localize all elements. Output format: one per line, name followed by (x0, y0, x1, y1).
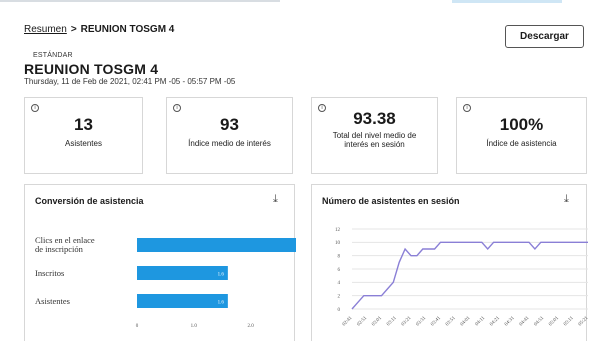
download-icon[interactable]: ⤓ (273, 193, 278, 206)
breadcrumb-current: REUNION TOSGM 4 (80, 24, 175, 35)
stat-label: Índice de asistencia (486, 139, 557, 148)
download-button[interactable]: Descargar (505, 25, 584, 48)
x-tick-label: 03:31 (416, 316, 428, 328)
stat-label: Asistentes (65, 139, 102, 148)
breadcrumb-separator: > (70, 24, 77, 35)
attendees-line-chart: 02468101202:41 02:51 03:01 03:11 03:21 03:31 0… (335, 228, 590, 328)
bar-category-label: Asistentes (35, 296, 70, 306)
download-icon[interactable]: ⤓ (564, 193, 569, 206)
event-tier-label: ESTÁNDAR (33, 52, 73, 59)
x-tick-label: 04:21 (489, 316, 501, 328)
panel-title: Número de asistentes en sesión (322, 196, 460, 206)
y-tick-label: 10 (335, 241, 341, 246)
stat-label: Total del nivel medio de interés en sesi… (332, 131, 417, 149)
y-tick-label: 8 (338, 254, 341, 259)
bar (137, 294, 228, 308)
info-icon[interactable]: i (463, 104, 471, 112)
y-tick-label: 12 (335, 228, 341, 233)
breadcrumb-root-link[interactable]: Resumen (24, 24, 67, 35)
conversion-panel: Conversión de asistencia ⤓ Clics en el e… (24, 184, 296, 341)
info-icon[interactable]: i (173, 104, 181, 112)
x-tick-label: 03:21 (401, 316, 413, 328)
stat-label: Índice medio de interés (188, 139, 271, 148)
x-tick-label: 03:51 (445, 316, 457, 328)
bar-data-label: 1.6 (218, 301, 225, 306)
x-tick-label: 04:41 (519, 316, 531, 328)
conversion-bar-chart: Clics en el enlacede inscripciónInscrito… (35, 235, 296, 329)
bar (137, 266, 228, 280)
page-title: REUNION TOSGM 4 (24, 61, 159, 77)
active-tab-indicator (452, 0, 562, 3)
x-tick-label: 0 (136, 324, 139, 329)
x-tick-label: 03:01 (371, 316, 383, 328)
stat-value: 100% (499, 115, 544, 134)
y-tick-label: 6 (338, 268, 341, 273)
x-tick-label: 1.0 (191, 324, 198, 329)
y-tick-label: 4 (338, 281, 341, 286)
y-tick-label: 0 (338, 308, 341, 313)
x-tick-label: 04:31 (504, 316, 516, 328)
x-tick-label: 2.0 (247, 324, 254, 329)
top-tab-strip (0, 0, 613, 3)
attendees-panel: Número de asistentes en sesión ⤓ 0 2 4 6 8 10… (311, 184, 590, 341)
stat-card-attendance-rate: i 100% Índice de asistencia (456, 97, 587, 174)
stat-value: 93 (220, 115, 239, 134)
info-icon[interactable]: i (31, 104, 39, 112)
stat-card-attendees: i 13 Asistentes (24, 97, 143, 174)
x-tick-label: 05:21 (578, 316, 588, 328)
bar-category-label: Inscritos (35, 268, 64, 278)
tab-underline (0, 0, 280, 2)
y-tick-label: 2 (338, 294, 341, 299)
x-tick-label: 03:11 (386, 316, 398, 328)
x-tick-label: 03:41 (430, 316, 442, 328)
stat-value: 93.38 (353, 109, 396, 128)
stat-value: 13 (74, 115, 93, 134)
event-datetime: Thursday, 11 de Feb de 2021, 02:41 PM -0… (24, 77, 236, 86)
breadcrumb: Resumen > REUNION TOSGM 4 (24, 24, 174, 35)
series-line (351, 241, 588, 310)
x-tick-label: 04:51 (534, 316, 546, 328)
x-tick-label: 05:11 (563, 316, 575, 328)
bar-data-label: 1.6 (218, 273, 225, 278)
x-tick-label: 04:11 (475, 316, 487, 328)
stat-card-interest-index: i 93 Índice medio de interés (166, 97, 293, 174)
x-tick-label: 04:01 (460, 316, 472, 328)
panel-title: Conversión de asistencia (35, 196, 144, 206)
x-tick-label: 05:01 (548, 316, 560, 328)
x-tick-label: 02:51 (357, 316, 369, 328)
bar (137, 238, 296, 252)
stat-card-session-interest: i 93.38 Total del nivel medio de interés… (311, 97, 438, 174)
x-tick-label: 02:41 (342, 316, 354, 328)
bar-category-label: de inscripción (35, 244, 84, 254)
